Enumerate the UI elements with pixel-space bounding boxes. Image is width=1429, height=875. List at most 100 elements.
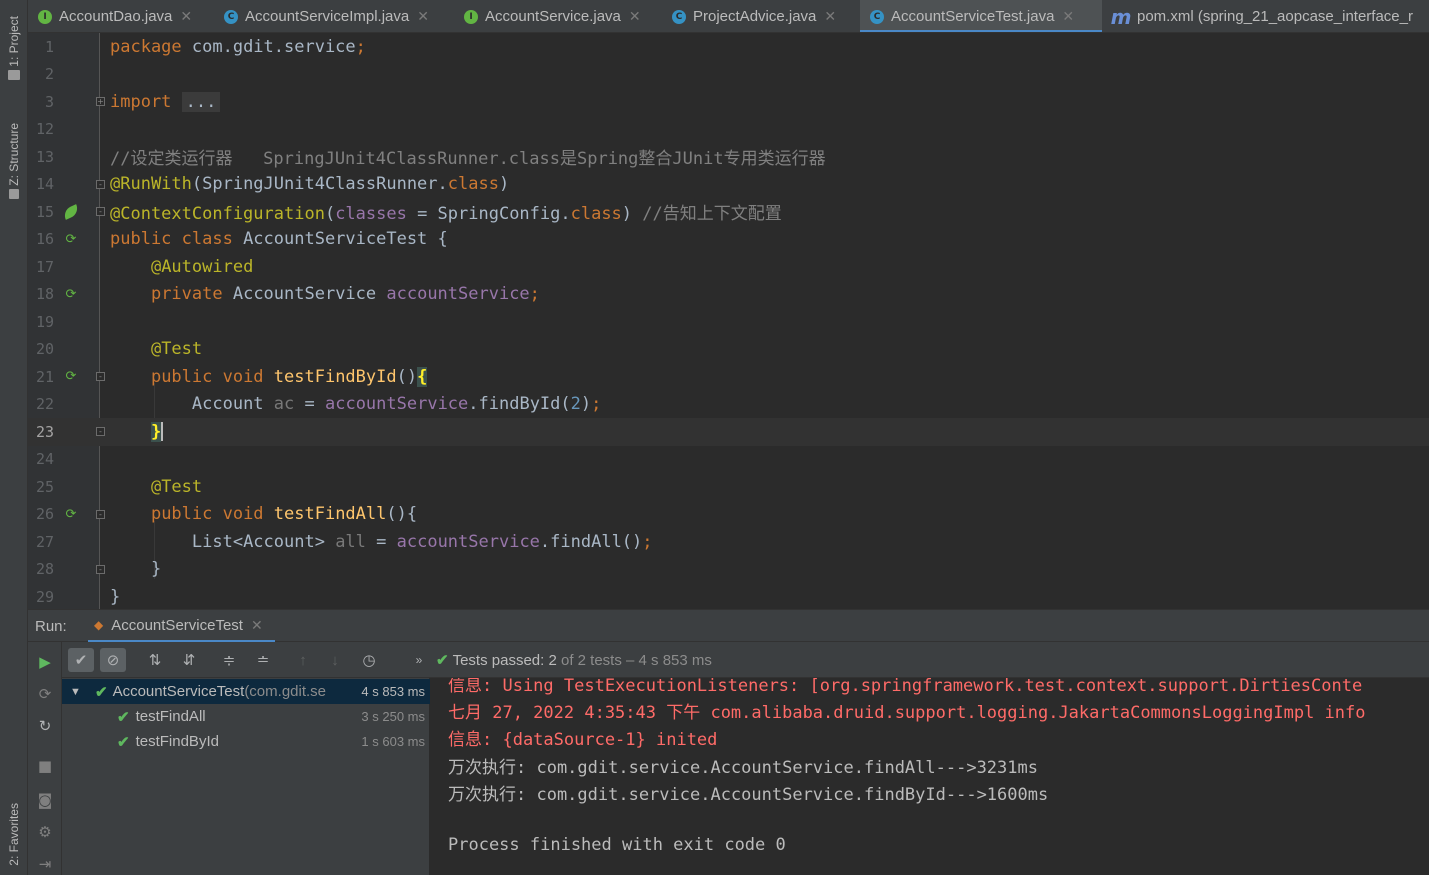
pass-check-icon: ✔ bbox=[117, 708, 130, 726]
code-line: 22 Account ac = accountService.findById(… bbox=[28, 391, 1429, 419]
run-test-icon[interactable]: ⟳ bbox=[63, 506, 79, 522]
tree-row-test[interactable]: ✔ testFindAll 3 s 250 ms bbox=[62, 704, 430, 729]
test-duration: 4 s 853 ms bbox=[357, 684, 425, 699]
code-line: 24 bbox=[28, 446, 1429, 474]
code-text: } bbox=[150, 421, 164, 442]
code-text: private AccountService accountService; bbox=[150, 284, 540, 305]
code-line: 25 @Test bbox=[28, 473, 1429, 501]
run-test-icon[interactable]: ⟳ bbox=[63, 369, 79, 385]
close-icon[interactable]: ✕ bbox=[1062, 8, 1074, 25]
pass-check-icon: ✔ bbox=[436, 652, 449, 669]
code-line: 17 @Autowired bbox=[28, 253, 1429, 281]
run-config-tab[interactable]: ◆ AccountServiceTest ✕ bbox=[88, 610, 275, 643]
tab-label: AccountServiceTest.java bbox=[891, 8, 1055, 25]
settings-icon[interactable]: ⚙ bbox=[35, 822, 55, 842]
tab-pom-xml[interactable]: m pom.xml (spring_21_aopcase_interface_r bbox=[1102, 0, 1429, 32]
stop-icon[interactable]: ■ bbox=[35, 756, 55, 776]
code-text: Account ac = accountService.findById(2); bbox=[191, 394, 602, 415]
run-test-icon[interactable]: ⟳ bbox=[63, 231, 79, 247]
expand-all-icon[interactable]: ≑ bbox=[216, 648, 242, 672]
code-comment: //设定类运行器 SpringJUnit4ClassRunner.class是S… bbox=[110, 149, 826, 170]
console-line: 万次执行: com.gdit.service.AccountService.fi… bbox=[448, 758, 1038, 778]
code-text: @ContextConfiguration(classes = SpringCo… bbox=[110, 204, 782, 225]
test-duration: 1 s 603 ms bbox=[361, 734, 425, 749]
expand-arrow-icon[interactable]: ▼ bbox=[70, 686, 81, 698]
tab-accountservicetest[interactable]: C AccountServiceTest.java ✕ bbox=[860, 0, 1102, 32]
tab-label: AccountDao.java bbox=[59, 8, 173, 25]
next-failed-icon[interactable]: ↓ bbox=[322, 648, 348, 672]
line-number: 2 bbox=[44, 65, 54, 84]
suite-package: (com.gdit.se bbox=[244, 683, 327, 700]
tab-accountserviceimpl[interactable]: C AccountServiceImpl.java ✕ bbox=[214, 0, 452, 32]
show-ignored-icon[interactable]: ⊘ bbox=[100, 648, 126, 672]
project-tool-tab[interactable]: 1: Project bbox=[2, 6, 26, 90]
close-icon[interactable]: ✕ bbox=[629, 8, 641, 25]
show-passed-icon[interactable]: ✔ bbox=[68, 648, 94, 672]
more-icon[interactable]: » bbox=[406, 648, 432, 672]
tab-accountdao[interactable]: I AccountDao.java ✕ bbox=[28, 0, 212, 32]
sort-alpha-icon[interactable]: ⇅ bbox=[142, 648, 168, 672]
code-line: 27 List<Account> all = accountService.fi… bbox=[28, 528, 1429, 556]
code-line: 14 - @RunWith(SpringJUnit4ClassRunner.cl… bbox=[28, 171, 1429, 199]
folded-imports: ... bbox=[181, 91, 221, 112]
code-text: } bbox=[110, 586, 121, 607]
rerun-icon[interactable]: ▶ bbox=[35, 652, 55, 672]
favorites-tab-label: 2: Favorites bbox=[7, 802, 21, 866]
console-line: 七月 27, 2022 4:35:43 下午 com.alibaba.druid… bbox=[448, 703, 1366, 723]
spring-bean-icon[interactable] bbox=[61, 203, 81, 220]
interface-icon: I bbox=[464, 9, 478, 24]
test-name: testFindById bbox=[135, 733, 219, 750]
tab-accountservice[interactable]: I AccountService.java ✕ bbox=[454, 0, 660, 32]
tree-row-test[interactable]: ✔ testFindById 1 s 603 ms bbox=[62, 729, 430, 754]
console-line: 信息: Using TestExecutionListeners: [org.s… bbox=[448, 678, 1363, 696]
code-text: @Test bbox=[150, 339, 203, 360]
fold-icon[interactable]: - bbox=[96, 207, 105, 217]
close-icon[interactable]: ✕ bbox=[824, 8, 836, 25]
code-line: 1 package com.gdit.service; bbox=[28, 33, 1429, 61]
test-class-icon: C bbox=[870, 9, 884, 24]
line-number: 18 bbox=[35, 285, 54, 304]
code-editor[interactable]: 1 package com.gdit.service; 2 3 + import… bbox=[28, 33, 1429, 609]
line-number: 19 bbox=[35, 312, 54, 331]
tab-projectadvice[interactable]: C ProjectAdvice.java ✕ bbox=[662, 0, 856, 32]
line-number: 28 bbox=[35, 560, 54, 579]
collapse-all-icon[interactable]: ≐ bbox=[250, 648, 276, 672]
import-icon[interactable]: ⇥ bbox=[35, 854, 55, 874]
close-icon[interactable]: ✕ bbox=[180, 8, 192, 25]
line-number: 3 bbox=[44, 92, 54, 111]
favorites-tool-tab[interactable]: 2: Favorites bbox=[2, 794, 26, 874]
test-name: testFindAll bbox=[135, 708, 206, 725]
fold-icon[interactable]: - bbox=[96, 564, 105, 574]
line-number: 17 bbox=[35, 257, 54, 276]
console-output[interactable]: 信息: Using TestExecutionListeners: [org.s… bbox=[431, 678, 1429, 875]
rerun-failed-icon[interactable]: ⟳ bbox=[35, 684, 55, 704]
camera-icon[interactable]: ◙ bbox=[35, 790, 55, 810]
close-icon[interactable]: ✕ bbox=[417, 8, 429, 25]
line-number: 14 bbox=[35, 175, 54, 194]
close-icon[interactable]: ✕ bbox=[251, 617, 263, 634]
structure-tab-label: Z: Structure bbox=[7, 122, 21, 186]
code-text: @Test bbox=[150, 476, 203, 497]
line-number: 20 bbox=[35, 340, 54, 359]
code-line: 13 //设定类运行器 SpringJUnit4ClassRunner.clas… bbox=[28, 143, 1429, 171]
sort-duration-icon[interactable]: ⇵ bbox=[176, 648, 202, 672]
code-line: 26 ⟳ - public void testFindAll(){ bbox=[28, 501, 1429, 529]
autowired-navigate-icon[interactable]: ⟳ bbox=[63, 286, 79, 302]
structure-tool-tab[interactable]: Z: Structure bbox=[2, 112, 26, 210]
run-side-toolbar: ▶ ⟳ ↻ ■ ◙ ⚙ ⇥ bbox=[28, 642, 62, 875]
class-icon: C bbox=[224, 9, 238, 24]
fold-icon[interactable]: - bbox=[96, 509, 105, 519]
code-line: 28 - } bbox=[28, 556, 1429, 584]
toggle-autotest-icon[interactable]: ↻ bbox=[35, 716, 55, 736]
fold-icon[interactable]: - bbox=[96, 372, 105, 382]
line-number: 25 bbox=[35, 477, 54, 496]
fold-icon[interactable]: - bbox=[96, 179, 105, 189]
previous-failed-icon[interactable]: ↑ bbox=[290, 648, 316, 672]
tree-row-suite[interactable]: ▼ ✔ AccountServiceTest (com.gdit.se 4 s … bbox=[62, 679, 430, 704]
run-panel-header: Run: ◆ AccountServiceTest ✕ bbox=[28, 609, 1429, 643]
line-number: 29 bbox=[35, 587, 54, 606]
test-history-icon[interactable]: ◷ bbox=[356, 648, 382, 672]
fold-expand-icon[interactable]: + bbox=[96, 97, 105, 107]
fold-icon[interactable]: - bbox=[96, 427, 105, 437]
interface-icon: I bbox=[38, 9, 52, 24]
